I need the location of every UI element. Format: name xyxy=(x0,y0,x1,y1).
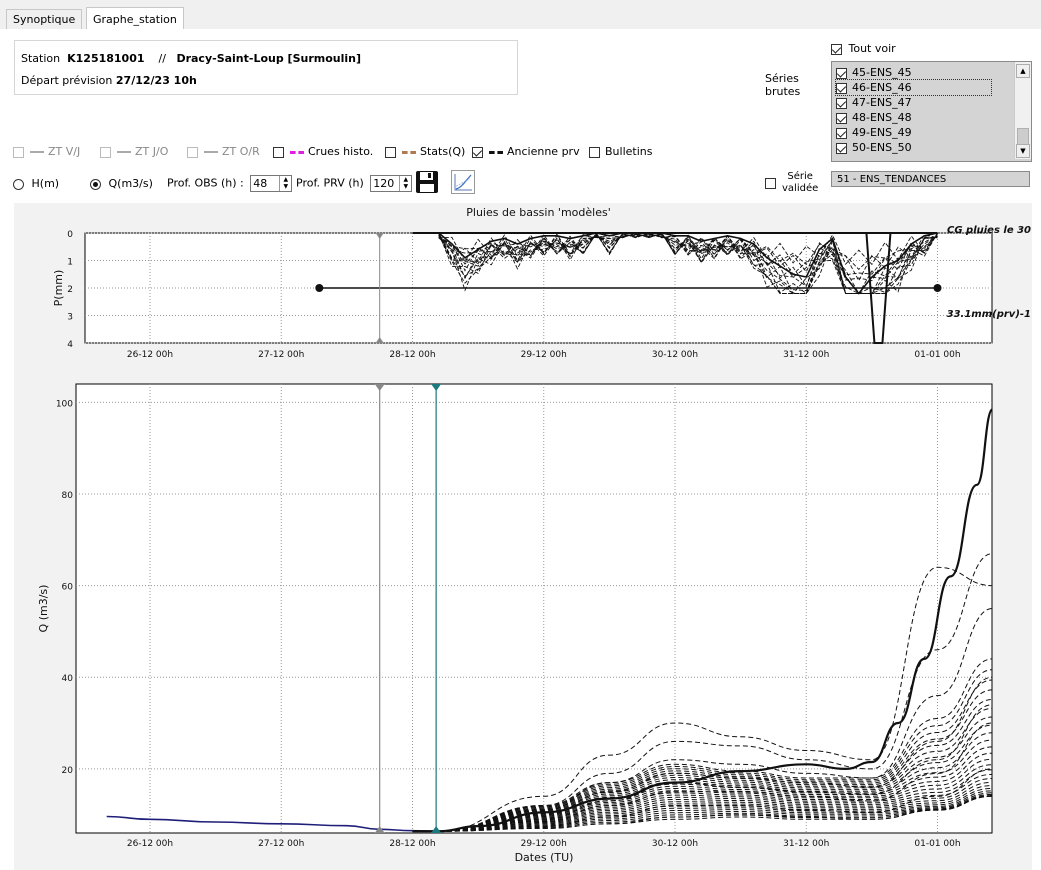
rain-chart-title: Pluies de bassin 'modèles' xyxy=(466,206,610,219)
flow-y-tick-label: 40 xyxy=(62,674,74,684)
rain-x-tick-label: 01-01 00h xyxy=(914,350,960,360)
flow-y-tick-label: 60 xyxy=(62,583,74,593)
rain-y-axis-label: P(mm) xyxy=(52,270,65,307)
rain-annotation-cg: CG pluies le 30 xyxy=(947,225,1031,236)
flow-x-tick-label: 29-12 00h xyxy=(521,839,567,849)
rain-y-tick-label: 1 xyxy=(67,258,73,268)
rain-annotation-cumul: 33.1mm(prv)-1 xyxy=(947,309,1031,320)
flow-x-tick-label: 31-12 00h xyxy=(783,839,829,849)
rain-x-tick-label: 29-12 00h xyxy=(521,350,567,360)
flow-x-tick-label: 30-12 00h xyxy=(652,839,698,849)
flow-y-axis-label: Q (m3/s) xyxy=(37,585,50,633)
rain-y-tick-label: 4 xyxy=(67,340,73,350)
rain-y-tick-label: 3 xyxy=(67,313,73,323)
rain-y-tick-label: 0 xyxy=(67,230,73,240)
flow-y-tick-label: 80 xyxy=(62,491,74,501)
flow-x-tick-label: 26-12 00h xyxy=(127,839,173,849)
flow-x-axis-label: Dates (TU) xyxy=(515,851,574,864)
rain-cumul-point xyxy=(315,284,324,292)
flow-y-tick-label: 100 xyxy=(56,399,73,409)
rain-x-tick-label: 28-12 00h xyxy=(389,350,435,360)
rain-cumul-point xyxy=(933,284,942,292)
rain-x-tick-label: 26-12 00h xyxy=(127,350,173,360)
rain-x-tick-label: 30-12 00h xyxy=(652,350,698,360)
rain-y-tick-label: 2 xyxy=(67,285,73,295)
flow-x-tick-label: 28-12 00h xyxy=(389,839,435,849)
flow-x-tick-label: 27-12 00h xyxy=(258,839,304,849)
rain-x-tick-label: 27-12 00h xyxy=(258,350,304,360)
flow-y-tick-label: 20 xyxy=(62,766,74,776)
chart-svg: Pluies de bassin 'modèles' P(mm) 0 1 2 3 4 26-1… xyxy=(37,206,1031,864)
flow-x-tick-label: 01-01 00h xyxy=(914,839,960,849)
rain-x-tick-label: 31-12 00h xyxy=(783,350,829,360)
flow-plot-frame xyxy=(75,383,993,834)
